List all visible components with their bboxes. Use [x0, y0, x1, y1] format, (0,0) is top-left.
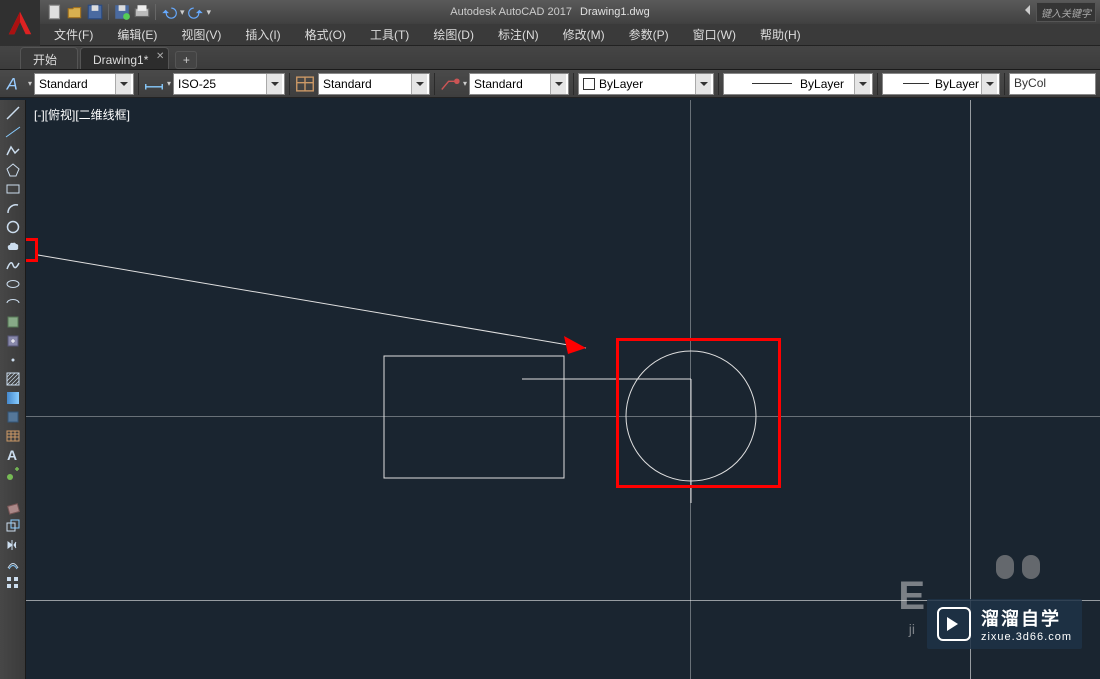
addselected-icon[interactable] — [2, 465, 24, 483]
textstyle-icon[interactable]: A — [4, 73, 26, 95]
search-input[interactable]: 键入关键字 — [1036, 2, 1096, 22]
menu-insert[interactable]: 插入(I) — [235, 24, 290, 45]
tablestyle-dropdown[interactable]: Standard — [318, 73, 430, 95]
open-icon[interactable] — [66, 3, 84, 21]
color-swatch-icon — [583, 78, 595, 90]
app-name: Autodesk AutoCAD 2017 — [450, 6, 572, 18]
polyline-icon[interactable] — [2, 142, 24, 160]
point-icon[interactable] — [2, 351, 24, 369]
play-icon — [937, 607, 971, 641]
menu-view[interactable]: 视图(V) — [171, 24, 231, 45]
drawing-content — [26, 100, 1100, 679]
revcloud-icon[interactable] — [2, 237, 24, 255]
ellipse-arc-icon[interactable] — [2, 294, 24, 312]
highlight-toolbar-circle — [26, 238, 38, 262]
watermark: 溜溜自学 zixue.3d66.com — [927, 599, 1082, 649]
hatch-icon[interactable] — [2, 370, 24, 388]
watermark-url: zixue.3d66.com — [981, 631, 1072, 643]
watermark-ji: ji — [909, 621, 915, 637]
watermark-e: E — [898, 574, 925, 619]
save-icon[interactable] — [86, 3, 104, 21]
region-icon[interactable] — [2, 408, 24, 426]
linetype-dropdown[interactable]: ByLayer — [723, 73, 873, 95]
watermark-cn: 溜溜自学 — [981, 605, 1072, 631]
ellipse-icon[interactable] — [2, 275, 24, 293]
new-icon[interactable] — [46, 3, 64, 21]
tablestyle-icon[interactable] — [294, 73, 316, 95]
drawing-canvas[interactable]: [-][俯视][二维线框] E ji 溜溜自学 zixue.3d66.com — [26, 100, 1100, 679]
menu-modify[interactable]: 修改(M) — [553, 24, 615, 45]
menu-tools[interactable]: 工具(T) — [360, 24, 419, 45]
polygon-icon[interactable] — [2, 161, 24, 179]
saveas-icon[interactable] — [113, 3, 131, 21]
menu-bar: 文件(F) 编辑(E) 视图(V) 插入(I) 格式(O) 工具(T) 绘图(D… — [0, 24, 1100, 46]
gradient-icon[interactable] — [2, 389, 24, 407]
rectangle-icon[interactable] — [2, 180, 24, 198]
workspace: A [-][俯视][二维线框] E ji — [0, 100, 1100, 679]
array-icon[interactable] — [2, 574, 24, 592]
menu-edit[interactable]: 编辑(E) — [107, 24, 167, 45]
menu-parametric[interactable]: 参数(P) — [619, 24, 679, 45]
title-bar: ▾ ▾ Autodesk AutoCAD 2017 Drawing1.dwg 键… — [0, 0, 1100, 24]
plotstyle-dropdown[interactable]: ByCol — [1009, 73, 1096, 95]
circle-icon[interactable] — [2, 218, 24, 236]
app-logo[interactable] — [0, 0, 40, 46]
redo-icon[interactable] — [187, 3, 205, 21]
menu-file[interactable]: 文件(F) — [44, 24, 103, 45]
copy-icon[interactable] — [2, 517, 24, 535]
plot-icon[interactable] — [133, 3, 151, 21]
document-tabs: 开始 Drawing1*✕ + — [0, 46, 1100, 70]
insert-block-icon[interactable] — [2, 313, 24, 331]
dimstyle-icon[interactable] — [143, 73, 165, 95]
textstyle-dropdown[interactable]: Standard — [34, 73, 134, 95]
tab-drawing1[interactable]: Drawing1*✕ — [80, 47, 169, 69]
line-icon[interactable] — [2, 104, 24, 122]
table-icon[interactable] — [2, 427, 24, 445]
dimstyle-dropdown[interactable]: ISO-25 — [173, 73, 285, 95]
draw-toolbar: A — [0, 100, 26, 679]
grid-line-v — [970, 100, 971, 679]
make-block-icon[interactable] — [2, 332, 24, 350]
tab-start[interactable]: 开始 — [20, 47, 78, 69]
undo-icon[interactable] — [160, 3, 178, 21]
menu-dimension[interactable]: 标注(N) — [488, 24, 549, 45]
menu-window[interactable]: 窗口(W) — [683, 24, 746, 45]
close-icon[interactable]: ✕ — [156, 51, 164, 62]
mleaderstyle-icon[interactable] — [439, 73, 461, 95]
arc-icon[interactable] — [2, 199, 24, 217]
mirror-icon[interactable] — [2, 536, 24, 554]
svg-text:A: A — [6, 75, 18, 93]
search-placeholder: 键入关键字 — [1041, 5, 1091, 20]
menu-format[interactable]: 格式(O) — [295, 24, 356, 45]
color-dropdown[interactable]: ByLayer — [578, 73, 714, 95]
construction-line-icon[interactable] — [2, 123, 24, 141]
properties-bar: A ▾ Standard ▾ ISO-25 Standard ▾ Standar… — [0, 70, 1100, 98]
nav-left-icon[interactable] — [1020, 5, 1030, 15]
watermark-dots — [996, 555, 1040, 579]
offset-icon[interactable] — [2, 555, 24, 573]
menu-draw[interactable]: 绘图(D) — [423, 24, 484, 45]
mleaderstyle-dropdown[interactable]: Standard — [469, 73, 569, 95]
title-text: Autodesk AutoCAD 2017 Drawing1.dwg — [450, 6, 649, 18]
highlight-drawn-circle — [616, 338, 781, 488]
tab-add[interactable]: + — [175, 51, 197, 69]
doc-name: Drawing1.dwg — [580, 6, 650, 18]
mtext-icon[interactable]: A — [2, 446, 24, 464]
svg-text:A: A — [7, 447, 17, 463]
spline-icon[interactable] — [2, 256, 24, 274]
erase-icon[interactable] — [2, 498, 24, 516]
menu-help[interactable]: 帮助(H) — [750, 24, 811, 45]
lineweight-dropdown[interactable]: ByLayer — [882, 73, 1000, 95]
